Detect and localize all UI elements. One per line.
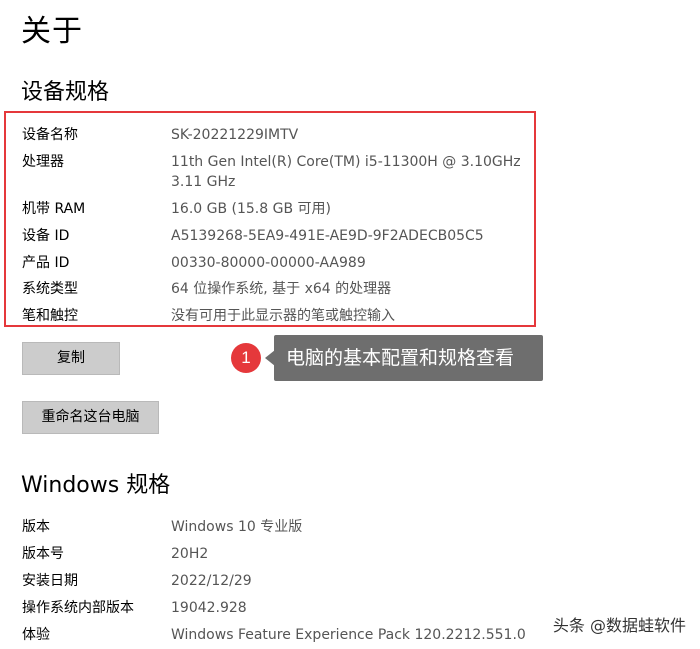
spec-value[interactable]: 没有可用于此显示器的笔或触控输入	[171, 306, 395, 326]
page-title: 关于	[21, 14, 83, 49]
spec-value[interactable]: 64 位操作系统, 基于 x64 的处理器	[171, 279, 391, 299]
spec-label: 安装日期	[22, 573, 78, 589]
spec-value[interactable]: 16.0 GB (15.8 GB 可用)	[171, 199, 331, 219]
spec-label: 设备名称	[22, 127, 78, 143]
spec-value[interactable]: 2022/12/29	[171, 571, 252, 591]
spec-value[interactable]: Windows 10 专业版	[171, 517, 302, 537]
about-page: 关于 设备规格 设备名称 SK-20221229IMTV 处理器 11th Ge…	[0, 0, 700, 649]
spec-label: 体验	[22, 627, 50, 643]
spec-label: 版本号	[22, 546, 64, 562]
spec-value[interactable]: 00330-80000-00000-AA989	[171, 253, 366, 273]
spec-label: 笔和触控	[22, 308, 78, 324]
watermark: 头条 @数据蛙软件	[552, 616, 686, 635]
spec-label: 产品 ID	[22, 255, 70, 271]
spec-label: 机带 RAM	[22, 201, 86, 217]
annotation-badge: 1	[231, 343, 261, 373]
spec-value[interactable]: A5139268-5EA9-491E-AE9D-9F2ADECB05C5	[171, 226, 484, 246]
annotation-text: 电脑的基本配置和规格查看	[274, 335, 543, 381]
spec-value[interactable]: 19042.928	[171, 598, 247, 618]
spec-value[interactable]: Windows Feature Experience Pack 120.2212…	[171, 625, 526, 645]
spec-label: 处理器	[22, 154, 64, 170]
spec-value[interactable]: 20H2	[171, 544, 208, 564]
copy-button[interactable]: 复制	[22, 342, 120, 375]
spec-label: 设备 ID	[22, 228, 70, 244]
windows-specs-heading: Windows 规格	[21, 473, 171, 498]
spec-label: 版本	[22, 519, 50, 535]
spec-value-line: 3.11 GHz	[171, 174, 236, 190]
spec-label: 系统类型	[22, 281, 78, 297]
spec-value[interactable]: 11th Gen Intel(R) Core(TM) i5-11300H @ 3…	[171, 152, 521, 192]
annotation-callout: 1 电脑的基本配置和规格查看	[231, 335, 543, 381]
device-specs-heading: 设备规格	[21, 80, 110, 105]
rename-pc-button[interactable]: 重命名这台电脑	[22, 401, 159, 434]
spec-value[interactable]: SK-20221229IMTV	[171, 125, 298, 145]
spec-label: 操作系统内部版本	[22, 600, 134, 616]
spec-value-line: 11th Gen Intel(R) Core(TM) i5-11300H @ 3…	[171, 154, 521, 170]
